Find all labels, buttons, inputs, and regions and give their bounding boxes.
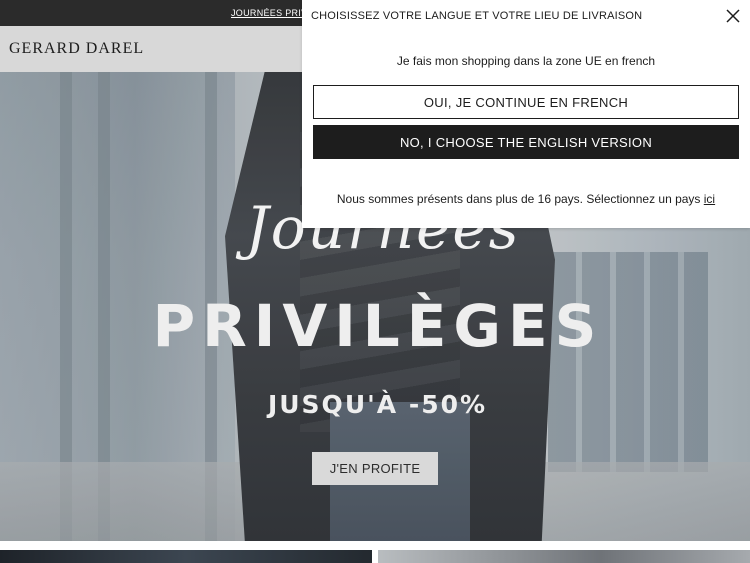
page: Journées PRIVILÈGES JUSQU'À -50% J'EN PR…: [0, 0, 750, 563]
promo-bar-link[interactable]: JOURNÉES PRIV: [231, 8, 307, 18]
language-location-modal: CHOISISSEZ VOTRE LANGUE ET VOTRE LIEU DE…: [302, 0, 750, 228]
brand-logo[interactable]: GERARD DAREL: [9, 40, 144, 58]
modal-countries-text: Nous sommes présents dans plus de 16 pay…: [302, 192, 750, 206]
close-icon[interactable]: [726, 9, 740, 23]
hero-main-title: PRIVILÈGES: [152, 292, 604, 360]
hero-subtitle: JUSQU'À -50%: [267, 390, 488, 419]
choose-english-button[interactable]: NO, I CHOOSE THE ENGLISH VERSION: [313, 125, 739, 159]
thumbnails-gap: [0, 541, 750, 550]
select-country-link[interactable]: ici: [704, 192, 715, 206]
product-thumbnail-left[interactable]: [0, 550, 372, 563]
modal-info-text: Je fais mon shopping dans la zone UE en …: [396, 54, 656, 68]
continue-french-button[interactable]: OUI, JE CONTINUE EN FRENCH: [313, 85, 739, 119]
modal-title: CHOISISSEZ VOTRE LANGUE ET VOTRE LIEU DE…: [311, 10, 643, 22]
product-thumbnail-right[interactable]: [378, 550, 750, 563]
hero-cta-button[interactable]: J'EN PROFITE: [312, 452, 438, 485]
countries-text: Nous sommes présents dans plus de 16 pay…: [336, 192, 704, 206]
